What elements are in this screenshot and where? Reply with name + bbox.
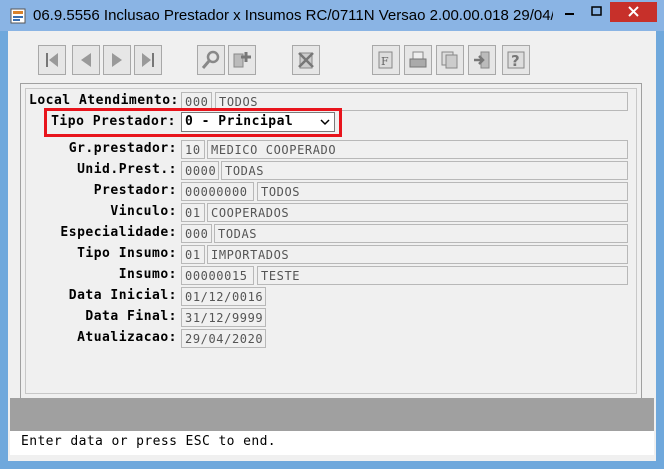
especialidade-code-field[interactable]: 000 (181, 224, 212, 243)
last-record-icon (142, 53, 154, 67)
first-record-button[interactable] (38, 45, 66, 75)
vinculo-desc-field: COOPERADOS (207, 203, 628, 222)
data-final-label: Data Final: (85, 309, 177, 324)
print-button[interactable] (404, 45, 432, 75)
svg-text:F: F (381, 55, 389, 68)
exit-button[interactable] (468, 45, 496, 75)
gr-prestador-code-field[interactable]: 10 (181, 140, 205, 159)
exit-icon (474, 51, 490, 69)
title-bar[interactable]: 06.9.5556 Inclusao Prestador x Insumos R… (0, 0, 664, 31)
insumo-desc-field: TESTE (257, 266, 628, 285)
data-inicial-label: Data Inicial: (68, 288, 177, 303)
vinculo-label: Vinculo: (110, 204, 177, 219)
atualizacao-field: 29/04/2020 (181, 329, 266, 348)
client-area: F ? Local Atendimento: 000 TODOS Gr.pres… (8, 31, 656, 461)
prestador-label: Prestador: (93, 183, 177, 198)
unid-prest-desc-field: TODAS (221, 161, 628, 180)
prestador-code-field[interactable]: 00000000 (181, 182, 254, 201)
message-area (10, 398, 654, 431)
especialidade-desc-field: TODAS (214, 224, 628, 243)
especialidade-label: Especialidade: (60, 225, 177, 240)
print-icon (409, 51, 427, 68)
window-title: 06.9.5556 Inclusao Prestador x Insumos R… (33, 7, 553, 24)
gr-prestador-label: Gr.prestador: (68, 141, 177, 156)
cancel-button[interactable] (292, 45, 320, 75)
add-button[interactable] (228, 45, 256, 75)
close-button[interactable] (610, 2, 657, 22)
copy-icon (441, 51, 458, 69)
tipo-insumo-code-field[interactable]: 01 (181, 245, 205, 264)
unid-prest-label: Unid.Prest.: (77, 162, 177, 177)
cancel-icon (298, 52, 314, 69)
maximize-icon (591, 6, 602, 16)
data-final-field[interactable]: 31/12/9999 (181, 308, 266, 327)
fields-icon: F (378, 51, 393, 69)
next-record-icon (112, 53, 122, 67)
copy-button[interactable] (436, 45, 464, 75)
previous-record-icon (81, 53, 91, 67)
tipo-insumo-desc-field: IMPORTADOS (207, 245, 628, 264)
vinculo-code-field[interactable]: 01 (181, 203, 205, 222)
data-inicial-field[interactable]: 01/12/0016 (181, 287, 266, 306)
prestador-desc-field: TODOS (257, 182, 628, 201)
unid-prest-code-field[interactable]: 0000 (181, 161, 219, 180)
minimize-icon (565, 13, 574, 15)
help-icon: ? (507, 51, 525, 70)
search-icon (201, 50, 220, 69)
app-icon (10, 8, 26, 24)
first-record-icon (46, 53, 58, 67)
app-window: 06.9.5556 Inclusao Prestador x Insumos R… (0, 0, 664, 469)
next-record-button[interactable] (103, 45, 131, 75)
local-atendimento-label: Local Atendimento: (29, 93, 179, 108)
atualizacao-label: Atualizacao: (77, 330, 177, 345)
status-bar: Enter data or press ESC to end. (10, 431, 654, 455)
insumo-label: Insumo: (118, 267, 177, 282)
add-icon (233, 52, 251, 68)
gr-prestador-desc-field: MEDICO COOPERADO (207, 140, 628, 159)
minimize-button[interactable] (556, 2, 583, 22)
fields-button[interactable]: F (372, 45, 400, 75)
help-button[interactable]: ? (502, 45, 530, 75)
previous-record-button[interactable] (72, 45, 100, 75)
last-record-button[interactable] (134, 45, 162, 75)
maximize-button[interactable] (583, 2, 610, 22)
insumo-code-field[interactable]: 00000015 (181, 266, 254, 285)
highlight-box (44, 108, 342, 137)
svg-text:?: ? (511, 52, 520, 70)
close-icon (628, 6, 639, 17)
tipo-insumo-label: Tipo Insumo: (77, 246, 177, 261)
search-button[interactable] (197, 45, 225, 75)
